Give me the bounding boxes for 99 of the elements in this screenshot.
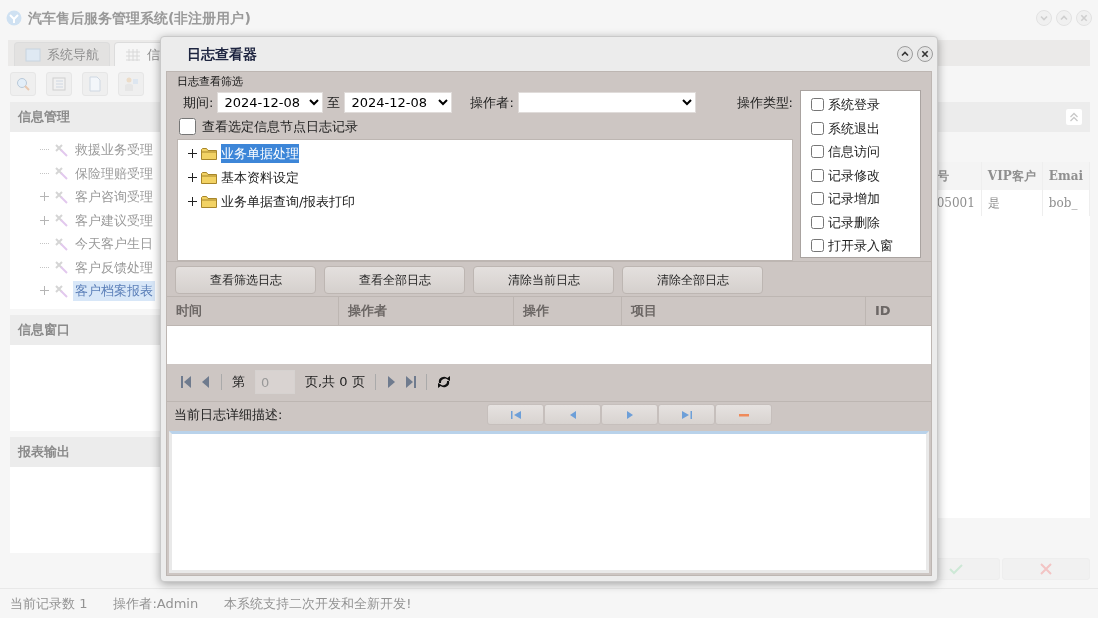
column-header: ID [874,301,892,320]
tree-node[interactable]: 业务单据处理 [221,143,299,164]
tool-icon [53,235,69,252]
checkbox-label: 系统退出 [828,119,880,138]
toolbar-button[interactable] [82,72,108,96]
navigation-button[interactable] [658,404,715,425]
tree-item[interactable]: 客户反馈处理 [73,257,155,277]
previous-page-icon[interactable] [201,375,211,389]
toolbar-button[interactable] [118,72,144,96]
column-header: 操作 [514,296,622,325]
last-page-icon[interactable] [405,375,416,389]
page-input[interactable]: 0 [255,370,295,394]
document-icon [87,76,103,92]
first-page-icon[interactable] [181,375,191,389]
toolbar-button[interactable] [10,72,36,96]
table-cell: bob_ [1042,190,1090,216]
field-label: 操作者: [470,93,514,112]
expander-icon[interactable] [188,149,197,158]
checkbox[interactable] [811,192,824,206]
checkbox-label: 记录增加 [828,190,880,208]
navigation-button[interactable] [715,404,772,425]
maximize-button[interactable] [1056,10,1072,26]
close-button[interactable] [917,46,933,62]
next-icon [624,409,635,420]
navigation-button[interactable] [544,404,601,425]
tree-item[interactable]: 客户建议受理 [73,210,155,230]
tool-icon [53,259,69,276]
status-text: 操作者:Admin [113,594,199,613]
tool-icon [53,282,69,299]
tree-item[interactable]: 今天客户生日 [73,234,155,254]
checkbox[interactable] [811,121,824,135]
cross-icon [1040,563,1052,575]
field-label: 当前日志详细描述: [174,405,284,424]
expander-icon[interactable] [188,173,197,182]
next-page-icon[interactable] [385,375,396,389]
action-button[interactable]: 查看筛选日志 [175,265,316,294]
checkbox[interactable] [811,145,824,159]
app-logo-icon [6,10,22,26]
table-cell: 是 [981,190,1043,216]
navigation-button[interactable] [487,404,544,425]
tree-node[interactable]: 业务单据查询/报表打印 [221,191,356,212]
refresh-icon[interactable] [436,375,451,389]
folder-icon [201,195,217,208]
checkbox-label: 信息访问 [828,143,880,161]
checkbox-label: 记录删除 [828,213,880,232]
toolbar-button[interactable] [46,72,72,96]
check-icon [949,563,963,575]
column-header: 操作者 [339,296,514,325]
tree-item[interactable]: 保险理赔受理 [73,163,155,183]
cancel-button[interactable] [1002,558,1090,580]
navigation-button[interactable] [601,404,658,425]
checkbox[interactable] [811,239,824,253]
list-icon [51,76,67,92]
checkbox-label: 打开录入窗 [828,237,893,255]
field-label: 操作类型: [736,93,793,112]
collapse-icon[interactable] [1066,109,1082,125]
status-text: 本系统支持二次开发和全新开发! [224,594,412,613]
date-select[interactable]: 2024-12-08 [344,92,453,113]
tree-item[interactable]: 客户咨询受理 [73,187,155,207]
tree-item[interactable]: 客户档案报表 [73,281,155,301]
column-header: 项目 [622,296,866,325]
date-select[interactable]: 2024-12-08 [217,92,324,113]
tree-item[interactable]: 救援业务受理 [73,140,155,160]
collapse-button[interactable] [897,46,913,62]
action-button[interactable]: 清除全部日志 [622,265,763,294]
person-icon [123,76,139,92]
checkbox[interactable] [811,168,824,182]
minimize-button[interactable] [1036,10,1052,26]
checkbox[interactable] [179,118,196,135]
folder-icon [201,171,217,184]
expander-icon[interactable] [188,197,197,206]
status-text: 当前记录数 1 [10,594,88,613]
column-header: Emai [1042,162,1090,190]
window-title: 汽车售后服务管理系统(非注册用户) [28,8,251,28]
checkbox[interactable] [811,98,824,112]
first-icon [510,409,521,420]
tool-icon [53,165,69,182]
tool-icon [53,141,69,158]
column-header: 时间 [167,296,339,325]
column-header: VIP客户 [981,162,1043,190]
last-icon [681,409,692,420]
checkbox-label: 记录修改 [828,166,880,185]
detail-text-area[interactable] [169,430,929,573]
action-button[interactable]: 清除当前日志 [473,265,614,294]
pager-label: 页,共 0 页 [305,373,365,392]
checkbox-label: 系统登录 [828,96,880,114]
operator-select[interactable] [517,92,696,113]
checkbox[interactable] [811,215,824,229]
group-title: 日志查看筛选 [177,74,244,90]
dialog-title: 日志查看器 [187,44,257,64]
folder-icon [201,147,217,160]
search-icon [15,76,31,92]
tool-icon [53,212,69,229]
tab[interactable]: 系统导航 [14,42,110,66]
action-button[interactable]: 查看全部日志 [324,265,465,294]
tree-node[interactable]: 基本资料设定 [221,167,299,188]
field-label: 至 [327,93,341,112]
tool-icon [53,188,69,205]
pager-label: 第 [232,373,245,392]
